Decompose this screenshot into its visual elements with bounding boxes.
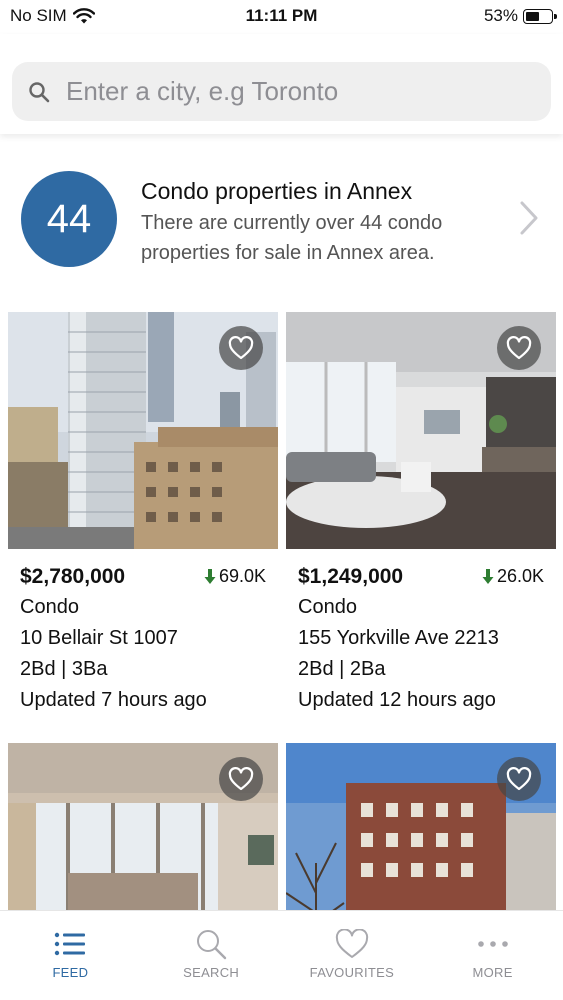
listing-price: $2,780,000 — [20, 565, 126, 588]
listing-updated: Updated 12 hours ago — [298, 689, 496, 711]
heart-icon — [335, 929, 368, 958]
favourite-button[interactable] — [219, 326, 263, 370]
heart-icon — [228, 767, 254, 791]
list-icon — [55, 932, 86, 956]
listing-rooms: 2Bd | 3Ba — [20, 658, 108, 680]
listing-photo — [286, 312, 556, 549]
arrow-down-icon — [204, 569, 216, 584]
summary-title: Condo properties in Annex — [141, 178, 413, 204]
clock: 11:11 PM — [245, 6, 318, 25]
search-icon — [197, 930, 227, 960]
listing-info: $2,780,000 69.0K Condo 10 Bellair St 100… — [8, 549, 278, 716]
favourite-button[interactable] — [219, 757, 263, 801]
tab-label: SEARCH — [183, 965, 240, 980]
search-header — [0, 34, 563, 134]
listing-card[interactable]: $1,249,000 26.0K Condo 155 Yorkville Ave… — [286, 312, 556, 716]
search-bar[interactable] — [12, 62, 551, 121]
search-input[interactable] — [66, 76, 516, 107]
property-type: Condo — [20, 596, 79, 618]
property-type: Condo — [298, 596, 357, 618]
heart-icon — [506, 336, 532, 360]
listing-info: $1,249,000 26.0K Condo 155 Yorkville Ave… — [286, 549, 556, 716]
price-change: 69.0K — [204, 561, 266, 592]
listing-updated: Updated 7 hours ago — [20, 689, 207, 711]
tab-more[interactable]: MORE — [422, 911, 563, 1000]
tab-favourites[interactable]: FAVOURITES — [282, 911, 423, 1000]
chevron-right-icon — [520, 201, 538, 235]
tab-feed[interactable]: FEED — [0, 911, 141, 1000]
battery-icon — [523, 8, 557, 24]
heart-icon — [506, 767, 532, 791]
price-change: 26.0K — [482, 561, 544, 592]
area-summary-row[interactable]: 44 Condo properties in Annex There are c… — [0, 150, 563, 290]
battery-status: 53% — [483, 6, 557, 26]
search-icon — [29, 81, 50, 102]
arrow-down-icon — [482, 569, 494, 584]
heart-icon — [228, 336, 254, 360]
tab-label: MORE — [472, 965, 513, 980]
tab-search[interactable]: SEARCH — [141, 911, 282, 1000]
listing-count-badge: 44 — [21, 171, 117, 267]
price-change-value: 69.0K — [218, 566, 266, 586]
favourite-button[interactable] — [497, 326, 541, 370]
battery-percent: 53% — [483, 6, 518, 25]
listing-rooms: 2Bd | 2Ba — [298, 658, 386, 680]
listing-card[interactable]: $2,780,000 69.0K Condo 10 Bellair St 100… — [8, 312, 278, 716]
bottom-tab-bar: FEED SEARCH FAVOURITES MORE — [0, 910, 563, 1000]
price-change-value: 26.0K — [496, 566, 544, 586]
listing-address: 10 Bellair St 1007 — [20, 627, 178, 649]
tab-label: FAVOURITES — [309, 965, 395, 980]
app-screen: No SIM 11:11 PM 53% 44 Condo properties … — [0, 0, 563, 1000]
summary-description: There are currently over 44 condo proper… — [141, 212, 443, 264]
favourite-button[interactable] — [497, 757, 541, 801]
listing-address: 155 Yorkville Ave 2213 — [298, 627, 499, 649]
tab-label: FEED — [52, 965, 89, 980]
listing-price: $1,249,000 — [298, 565, 404, 588]
price-row: $1,249,000 26.0K — [298, 561, 544, 592]
listing-photo — [8, 312, 278, 549]
status-bar: No SIM 11:11 PM 53% — [0, 0, 563, 34]
more-dots-icon — [477, 941, 508, 947]
price-row: $2,780,000 69.0K — [20, 561, 266, 592]
